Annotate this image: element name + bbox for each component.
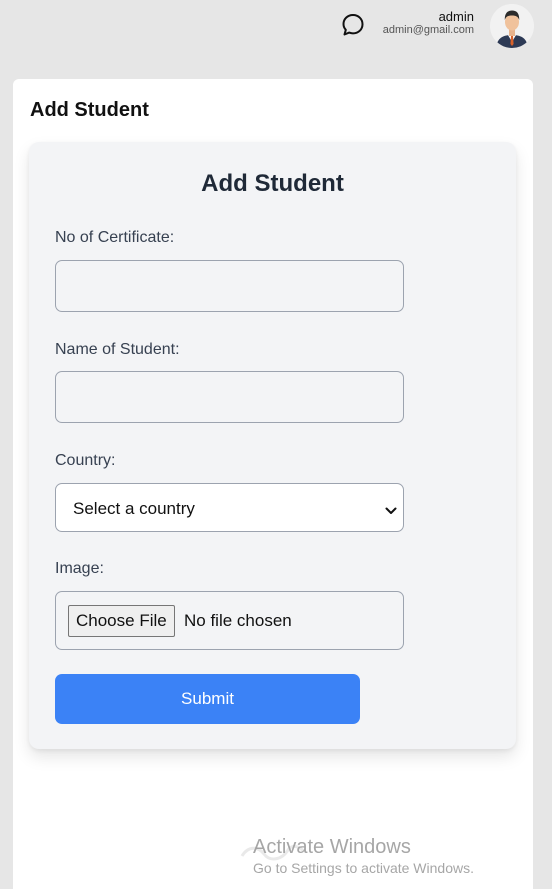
user-email: admin@gmail.com (382, 24, 474, 36)
country-select-value: Select a country (73, 499, 195, 518)
user-name: admin (438, 9, 474, 24)
chevron-down-icon (385, 503, 397, 514)
page-title: Add Student (30, 99, 149, 121)
watermark-subtitle: Go to Settings to activate Windows. (253, 860, 474, 876)
image-label: Image: (55, 560, 104, 577)
choose-file-button[interactable]: Choose File (68, 605, 175, 637)
certificate-label: No of Certificate: (55, 229, 175, 246)
country-select[interactable]: Select a country (55, 483, 404, 532)
student-name-input[interactable] (55, 371, 404, 423)
image-file-input[interactable]: Choose File No file chosen (55, 591, 404, 650)
add-student-form: Add Student No of Certificate: Name of S… (29, 142, 516, 749)
watermark-title: Activate Windows (253, 836, 411, 858)
form-title: Add Student (201, 170, 344, 197)
submit-button[interactable]: Submit (55, 674, 360, 724)
certificate-input[interactable] (55, 260, 404, 312)
content-panel: Add Student Add Student No of Certificat… (13, 79, 533, 889)
file-status: No file chosen (184, 611, 292, 630)
user-avatar-icon[interactable] (490, 4, 534, 48)
top-bar: admin admin@gmail.com (0, 0, 552, 56)
activate-windows-watermark: Activate Windows Go to Settings to activ… (253, 836, 474, 878)
user-info[interactable]: admin admin@gmail.com (383, 9, 474, 37)
country-label: Country: (55, 452, 116, 469)
student-name-label: Name of Student: (55, 341, 180, 358)
chat-bubble-icon[interactable] (340, 12, 366, 38)
